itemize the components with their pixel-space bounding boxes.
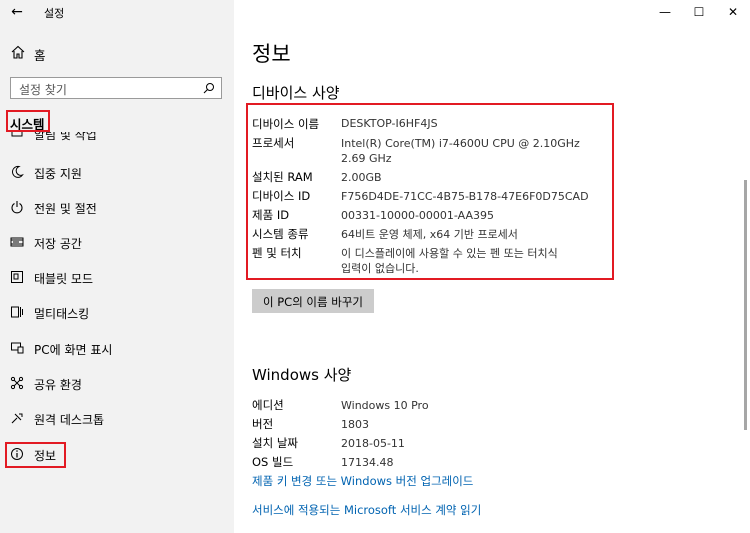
back-arrow-icon[interactable]: ←: [6, 2, 28, 22]
search-placeholder: 설정 찾기: [19, 83, 67, 97]
change-product-key-link[interactable]: 제품 키 변경 또는 Windows 버전 업그레이드: [252, 473, 473, 489]
highlight-box-system: [6, 110, 50, 132]
spec-label-device-id: 디바이스 ID: [252, 189, 311, 203]
project-icon: [11, 342, 24, 354]
shared-experience-icon: [10, 376, 24, 390]
maximize-icon[interactable]: ☐: [684, 3, 714, 21]
sidebar-item-shared-experiences[interactable]: 공유 환경: [0, 371, 234, 397]
spec-value-ram: 2.00GB: [341, 171, 382, 184]
spec-value-device-name: DESKTOP-I6HF4JS: [341, 117, 438, 130]
spec-label-pen-touch: 펜 및 터치: [252, 246, 302, 260]
sidebar-item-tablet-mode[interactable]: 태블릿 모드: [0, 265, 234, 291]
spec-value-pen-touch-line2: 입력이 없습니다.: [341, 262, 419, 275]
sidebar-item-power[interactable]: 전원 및 절전: [0, 195, 234, 221]
sidebar-item-multitasking[interactable]: 멀티태스킹: [0, 300, 234, 326]
sidebar-item-label: 집중 지원: [34, 167, 82, 181]
spec-label-install-date: 설치 날짜: [252, 436, 298, 450]
spec-value-edition: Windows 10 Pro: [341, 399, 429, 412]
spec-label-processor: 프로세서: [252, 136, 295, 150]
service-agreement-link[interactable]: 서비스에 적용되는 Microsoft 서비스 계약 읽기: [252, 502, 481, 518]
page-title: 정보: [252, 42, 291, 66]
sidebar-item-project[interactable]: PC에 화면 표시: [0, 336, 234, 362]
tablet-icon: [11, 271, 23, 283]
spec-label-device-name: 디바이스 이름: [252, 117, 320, 131]
sidebar-item-focus-assist[interactable]: 집중 지원: [0, 160, 234, 186]
spec-value-system-type: 64비트 운영 체제, x64 기반 프로세서: [341, 228, 518, 241]
spec-value-processor: Intel(R) Core(TM) i7-4600U CPU @ 2.10GHz: [341, 137, 580, 150]
highlight-box-about: [5, 442, 66, 468]
settings-window: ← 설정 홈 설정 찾기 시스템 알림 및 작업 집중 지원 전원 및 절전 저…: [0, 0, 750, 533]
sidebar-item-label: PC에 화면 표시: [34, 343, 113, 357]
sidebar-item-notifications[interactable]: 알림 및 작업: [0, 132, 234, 142]
spec-value-install-date: 2018-05-11: [341, 437, 405, 450]
home-icon: [11, 45, 25, 59]
minimize-icon[interactable]: —: [650, 3, 680, 21]
sidebar-item-label: 전원 및 절전: [34, 202, 97, 216]
spec-value-pen-touch: 이 디스플레이에 사용할 수 있는 펜 또는 터치식: [341, 247, 558, 260]
sidebar-item-remote-desktop[interactable]: 원격 데스크톱: [0, 406, 234, 432]
spec-label-ram: 설치된 RAM: [252, 170, 313, 184]
spec-label-os-build: OS 빌드: [252, 455, 294, 469]
close-icon[interactable]: ✕: [718, 3, 748, 21]
spec-label-edition: 에디션: [252, 398, 284, 412]
storage-icon: [10, 237, 24, 247]
remote-desktop-icon: [11, 413, 23, 424]
sidebar-item-label: 원격 데스크톱: [34, 413, 105, 427]
sidebar-item-storage[interactable]: 저장 공간: [0, 230, 234, 256]
title-bar: ← 설정: [0, 0, 234, 24]
app-title: 설정: [44, 7, 65, 20]
sidebar-item-label: 공유 환경: [34, 378, 82, 392]
search-input[interactable]: 설정 찾기: [10, 77, 222, 99]
spec-value-product-id: 00331-10000-00001-AA395: [341, 209, 494, 222]
notification-icon: [11, 132, 23, 137]
sidebar-item-label: 저장 공간: [34, 237, 82, 251]
scrollbar-thumb[interactable]: [744, 180, 747, 430]
power-icon: [11, 201, 23, 214]
sidebar-item-label: 홈: [34, 48, 46, 63]
windows-specs-heading: Windows 사양: [252, 366, 352, 384]
spec-label-version: 버전: [252, 417, 274, 431]
multitasking-icon: [11, 306, 23, 318]
spec-value-version: 1803: [341, 418, 369, 431]
moon-icon: [11, 165, 24, 178]
device-specs-heading: 디바이스 사양: [252, 84, 340, 102]
sidebar-item-home[interactable]: 홈: [0, 40, 234, 66]
sidebar: ← 설정 홈 설정 찾기 시스템 알림 및 작업 집중 지원 전원 및 절전 저…: [0, 0, 234, 533]
spec-label-product-id: 제품 ID: [252, 208, 290, 222]
sidebar-item-label: 알림 및 작업: [34, 132, 97, 142]
rename-pc-button[interactable]: 이 PC의 이름 바꾸기: [252, 289, 374, 313]
sidebar-item-label: 태블릿 모드: [34, 272, 94, 286]
sidebar-item-label: 멀티태스킹: [34, 307, 90, 321]
spec-value-processor-speed: 2.69 GHz: [341, 152, 392, 165]
spec-label-system-type: 시스템 종류: [252, 227, 309, 241]
spec-value-os-build: 17134.48: [341, 456, 394, 469]
search-icon[interactable]: [203, 82, 215, 94]
spec-value-device-id: F756D4DE-71CC-4B75-B178-47E6F0D75CAD: [341, 190, 589, 203]
main-content: — ☐ ✕ 정보 디바이스 사양 디바이스 이름 DESKTOP-I6HF4JS…: [234, 0, 750, 533]
